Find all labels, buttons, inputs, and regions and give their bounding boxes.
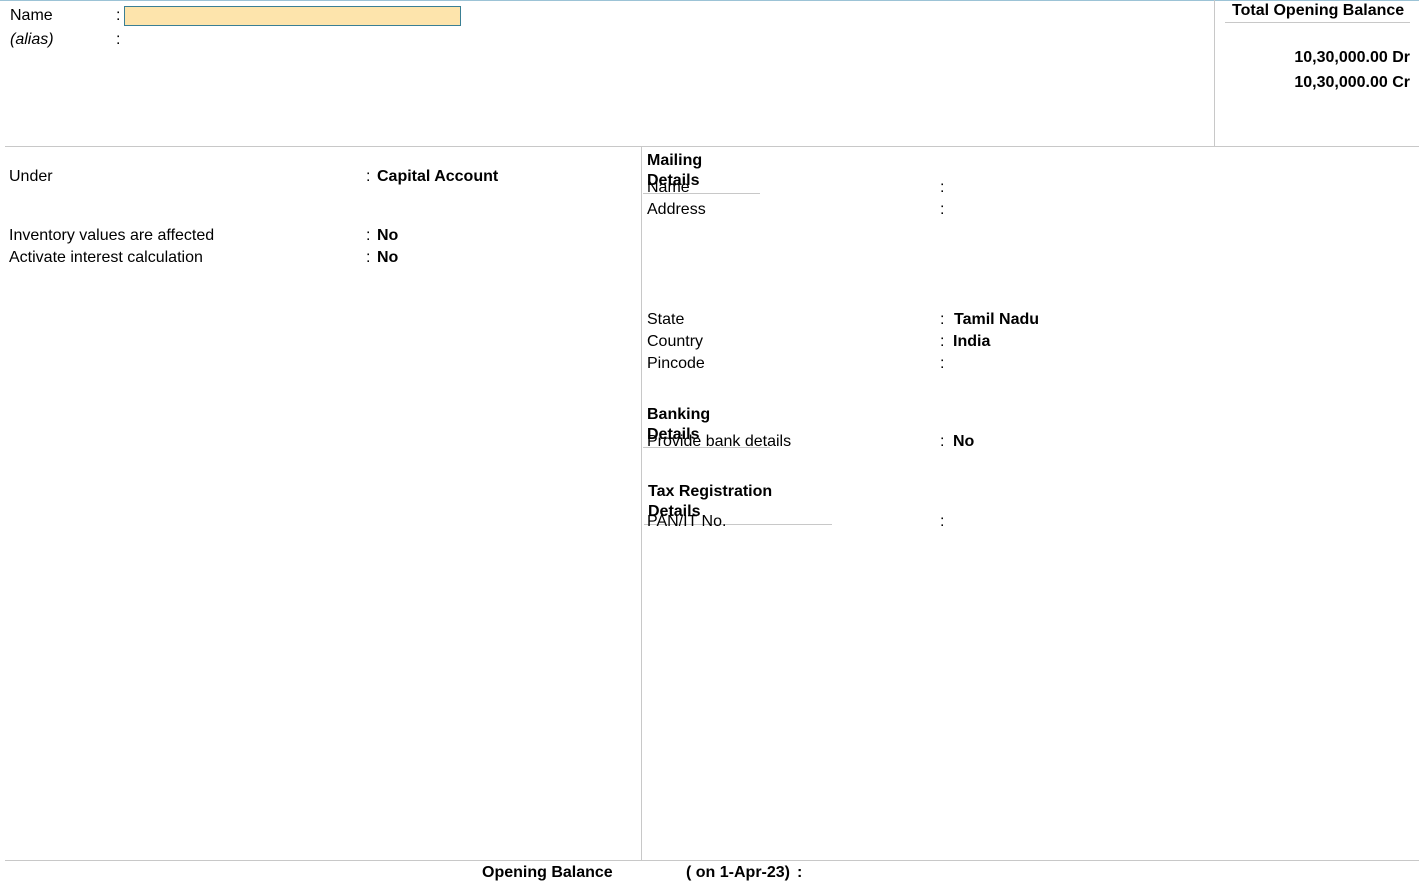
country-label: Country [647, 333, 704, 350]
state-label: State [647, 311, 685, 328]
inventory-colon: : [366, 227, 371, 244]
interest-label: Activate interest calculation [9, 249, 203, 266]
country-colon: : [940, 333, 945, 350]
total-credit: 10,30,000.00 Cr [1294, 74, 1410, 91]
state-value[interactable]: Tamil Nadu [954, 310, 1039, 330]
balance-panel-divider [1214, 0, 1215, 146]
column-divider [641, 147, 642, 860]
opening-balance-label: Opening Balance [482, 864, 613, 881]
provide-bank-label: Provide bank details [647, 433, 792, 450]
under-label: Under [9, 168, 53, 185]
opening-balance-date: ( on 1-Apr-23) [686, 864, 790, 881]
provide-bank-value[interactable]: No [953, 432, 974, 452]
address-label: Address [647, 201, 706, 218]
under-value[interactable]: Capital Account [377, 167, 498, 187]
footer-divider [5, 860, 1419, 861]
mailing-name-colon[interactable]: : [940, 178, 944, 198]
alias-colon: : [116, 31, 121, 48]
state-colon: : [940, 311, 945, 328]
name-input[interactable] [124, 6, 461, 26]
pincode-label: Pincode [647, 355, 705, 372]
name-label: Name [10, 7, 53, 24]
total-opening-balance-title: Total Opening Balance [1225, 1, 1411, 23]
alias-label: (alias) [10, 31, 54, 48]
interest-colon: : [366, 249, 371, 266]
pincode-colon[interactable]: : [940, 354, 944, 374]
header-divider [5, 146, 1419, 147]
top-border [0, 0, 1419, 1]
country-value[interactable]: India [953, 332, 990, 352]
pan-colon[interactable]: : [940, 512, 944, 532]
provide-bank-colon: : [940, 433, 945, 450]
address-colon[interactable]: : [940, 200, 944, 220]
inventory-label: Inventory values are affected [9, 227, 215, 244]
name-colon: : [116, 7, 121, 24]
interest-value[interactable]: No [377, 248, 398, 268]
opening-balance-colon[interactable]: : [797, 863, 802, 883]
under-colon: : [366, 168, 371, 185]
mailing-name-label: Name [647, 179, 690, 196]
total-debit: 10,30,000.00 Dr [1294, 49, 1410, 66]
pan-label: PAN/IT No. [647, 513, 727, 530]
inventory-value[interactable]: No [377, 226, 398, 246]
